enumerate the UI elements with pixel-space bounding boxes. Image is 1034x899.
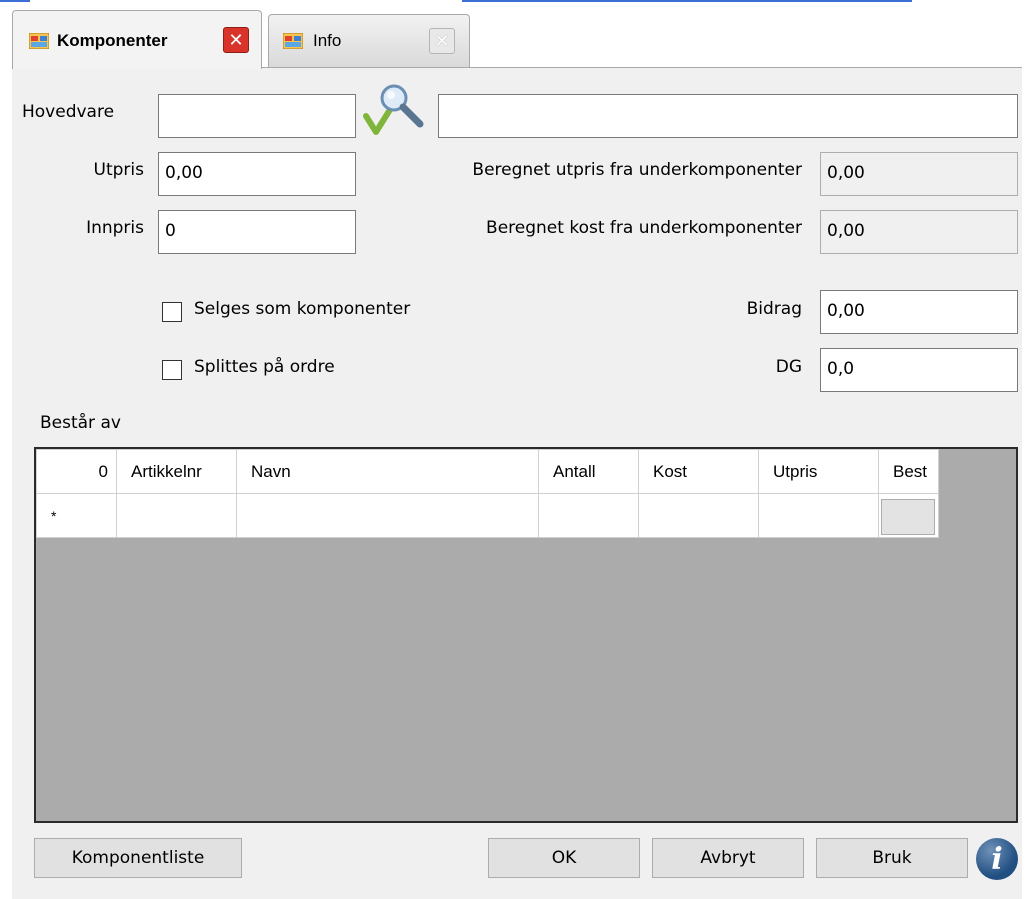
bestaar-av-label: Består av xyxy=(40,413,121,433)
utpris-input[interactable]: 0,00 xyxy=(158,152,356,196)
best-button-cell[interactable] xyxy=(881,498,935,535)
close-gray-icon[interactable]: ✕ xyxy=(429,28,455,54)
top-strip xyxy=(0,0,1034,10)
search-magnifier-icon[interactable] xyxy=(362,80,426,140)
beregnet-kost-field: 0,00 xyxy=(820,210,1018,254)
dg-input[interactable]: 0,0 xyxy=(820,348,1018,392)
cell-antall[interactable] xyxy=(538,493,639,538)
tab-info[interactable]: Info ✕ xyxy=(268,14,470,68)
cell-best[interactable] xyxy=(878,493,939,538)
column-header-best[interactable]: Best xyxy=(878,449,939,494)
hovedvare-label: Hovedvare xyxy=(22,102,115,122)
window-icon xyxy=(283,33,303,49)
tab-label: Info xyxy=(313,31,342,50)
window-icon xyxy=(29,33,49,49)
tab-komponenter[interactable]: Komponenter ✕ xyxy=(12,10,262,69)
utpris-label: Utpris xyxy=(93,160,144,180)
selges-som-komponenter-label: Selges som komponenter xyxy=(194,299,411,319)
avbryt-button[interactable]: Avbryt xyxy=(652,838,804,878)
cell-navn[interactable] xyxy=(236,493,539,538)
beregnet-utpris-field: 0,00 xyxy=(820,152,1018,196)
top-accent-line xyxy=(462,0,912,2)
selges-som-komponenter-checkbox[interactable] xyxy=(162,302,182,322)
ok-button[interactable]: OK xyxy=(488,838,640,878)
beregnet-kost-label: Beregnet kost fra underkomponenter xyxy=(486,218,802,238)
hovedvare-code-input[interactable] xyxy=(158,94,356,138)
grid-header-row: 0 Artikkelnr Navn Antall Kost Utpris Bes… xyxy=(36,449,939,494)
splittes-paa-ordre-label: Splittes på ordre xyxy=(194,357,335,377)
new-row-marker: * xyxy=(36,493,117,538)
column-header-artikkelnr[interactable]: Artikkelnr xyxy=(116,449,237,494)
components-grid[interactable]: 0 Artikkelnr Navn Antall Kost Utpris Bes… xyxy=(34,447,1018,823)
tab-label: Komponenter xyxy=(57,31,168,50)
table-row[interactable]: * xyxy=(36,493,939,538)
bruk-button[interactable]: Bruk xyxy=(816,838,968,878)
beregnet-utpris-label: Beregnet utpris fra underkomponenter xyxy=(472,160,802,180)
splittes-paa-ordre-checkbox[interactable] xyxy=(162,360,182,380)
cell-artikkelnr[interactable] xyxy=(116,493,237,538)
info-icon[interactable]: i xyxy=(976,838,1018,880)
innpris-input[interactable]: 0 xyxy=(158,210,356,254)
column-header-kost[interactable]: Kost xyxy=(638,449,759,494)
cell-utpris[interactable] xyxy=(758,493,879,538)
column-header-utpris[interactable]: Utpris xyxy=(758,449,879,494)
bidrag-label: Bidrag xyxy=(746,299,802,319)
hovedvare-description-input[interactable] xyxy=(438,94,1018,138)
innpris-label: Innpris xyxy=(86,218,144,238)
cell-kost[interactable] xyxy=(638,493,759,538)
dg-label: DG xyxy=(775,357,802,377)
column-header-antall[interactable]: Antall xyxy=(538,449,639,494)
close-red-icon[interactable]: ✕ xyxy=(223,27,249,53)
komponentliste-button[interactable]: Komponentliste xyxy=(34,838,242,878)
top-accent-line xyxy=(0,0,30,2)
column-header-navn[interactable]: Navn xyxy=(236,449,539,494)
bidrag-input[interactable]: 0,00 xyxy=(820,290,1018,334)
row-count-header: 0 xyxy=(36,449,117,494)
